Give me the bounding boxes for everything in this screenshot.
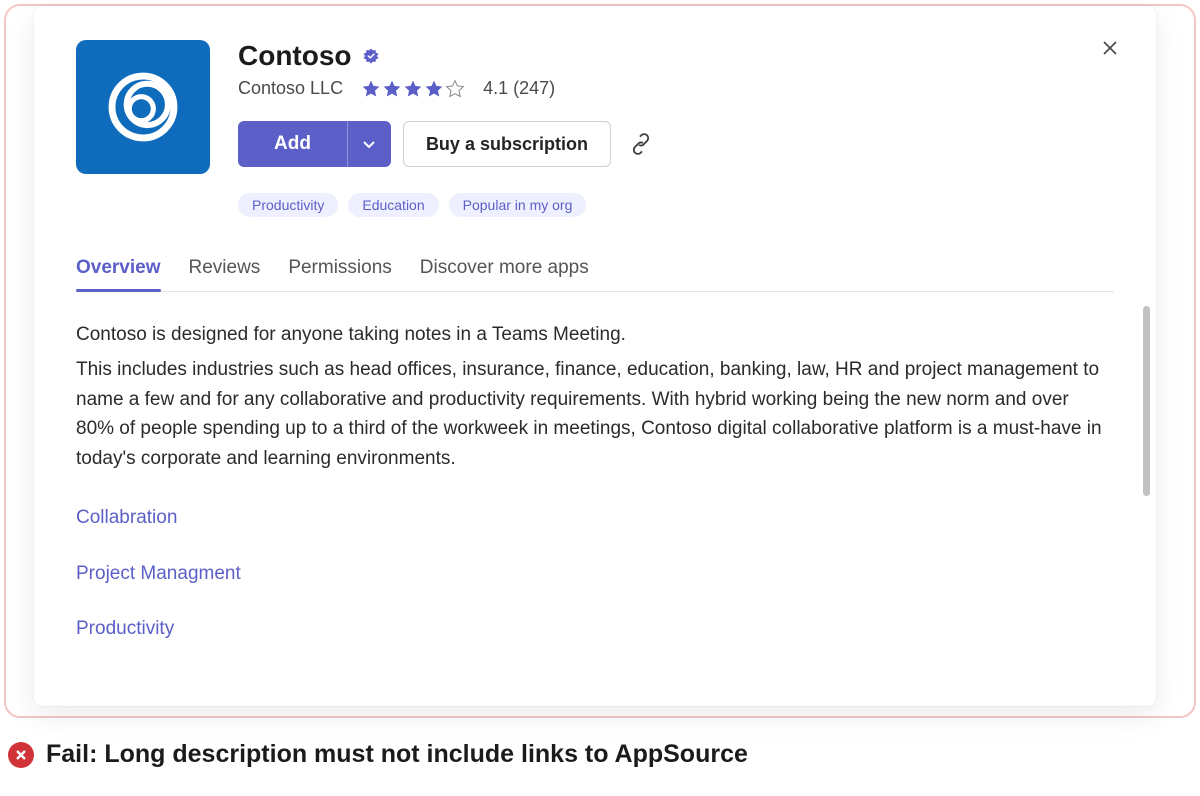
overview-paragraph: Contoso is designed for anyone taking no… bbox=[76, 320, 1106, 349]
fail-annotation: Fail: Long description must not include … bbox=[8, 740, 748, 769]
star-filled-icon bbox=[361, 79, 381, 99]
tab-permissions[interactable]: Permissions bbox=[288, 257, 391, 291]
star-filled-icon bbox=[403, 79, 423, 99]
action-row: Add Buy a subscription bbox=[238, 121, 1114, 167]
swirl-icon bbox=[100, 64, 186, 150]
copy-link-button[interactable] bbox=[623, 126, 659, 162]
tag-row: Productivity Education Popular in my org bbox=[238, 193, 1114, 217]
buy-subscription-button[interactable]: Buy a subscription bbox=[403, 121, 611, 167]
app-header-main: Contoso Contoso LLC 4.1 (247) Add bbox=[238, 40, 1114, 217]
category-tag[interactable]: Education bbox=[348, 193, 438, 217]
close-button[interactable] bbox=[1094, 32, 1126, 67]
fail-message: Fail: Long description must not include … bbox=[46, 740, 748, 769]
star-filled-icon bbox=[424, 79, 444, 99]
tab-discover-more-apps[interactable]: Discover more apps bbox=[420, 257, 589, 291]
scrollbar-thumb[interactable] bbox=[1143, 306, 1150, 496]
add-dropdown-button[interactable] bbox=[347, 121, 391, 167]
app-icon bbox=[76, 40, 210, 174]
overview-link[interactable]: Collabration bbox=[76, 503, 1106, 532]
overview-links: Collabration Project Managment Productivit… bbox=[76, 503, 1106, 643]
app-title: Contoso bbox=[238, 40, 352, 72]
app-header: Contoso Contoso LLC 4.1 (247) Add bbox=[76, 40, 1114, 217]
tab-overview[interactable]: Overview bbox=[76, 257, 161, 291]
add-button[interactable]: Add bbox=[238, 121, 347, 167]
star-rating bbox=[361, 79, 465, 99]
error-icon bbox=[8, 742, 34, 768]
category-tag[interactable]: Productivity bbox=[238, 193, 338, 217]
overview-paragraph: This includes industries such as head of… bbox=[76, 355, 1106, 473]
rating-text: 4.1 (247) bbox=[483, 78, 555, 99]
link-icon bbox=[629, 132, 653, 156]
verified-badge-icon bbox=[362, 47, 380, 65]
overview-body: Contoso is designed for anyone taking no… bbox=[76, 320, 1114, 644]
overview-link[interactable]: Productivity bbox=[76, 614, 1106, 643]
tab-reviews[interactable]: Reviews bbox=[189, 257, 261, 291]
chevron-down-icon bbox=[361, 136, 377, 152]
star-empty-icon bbox=[445, 79, 465, 99]
add-split-button: Add bbox=[238, 121, 391, 167]
category-tag[interactable]: Popular in my org bbox=[449, 193, 587, 217]
star-filled-icon bbox=[382, 79, 402, 99]
overview-link[interactable]: Project Managment bbox=[76, 559, 1106, 588]
close-icon bbox=[1100, 38, 1120, 58]
app-details-dialog: Contoso Contoso LLC 4.1 (247) Add bbox=[34, 6, 1156, 706]
tabs: Overview Reviews Permissions Discover more … bbox=[76, 257, 1114, 292]
publisher-name: Contoso LLC bbox=[238, 78, 343, 99]
